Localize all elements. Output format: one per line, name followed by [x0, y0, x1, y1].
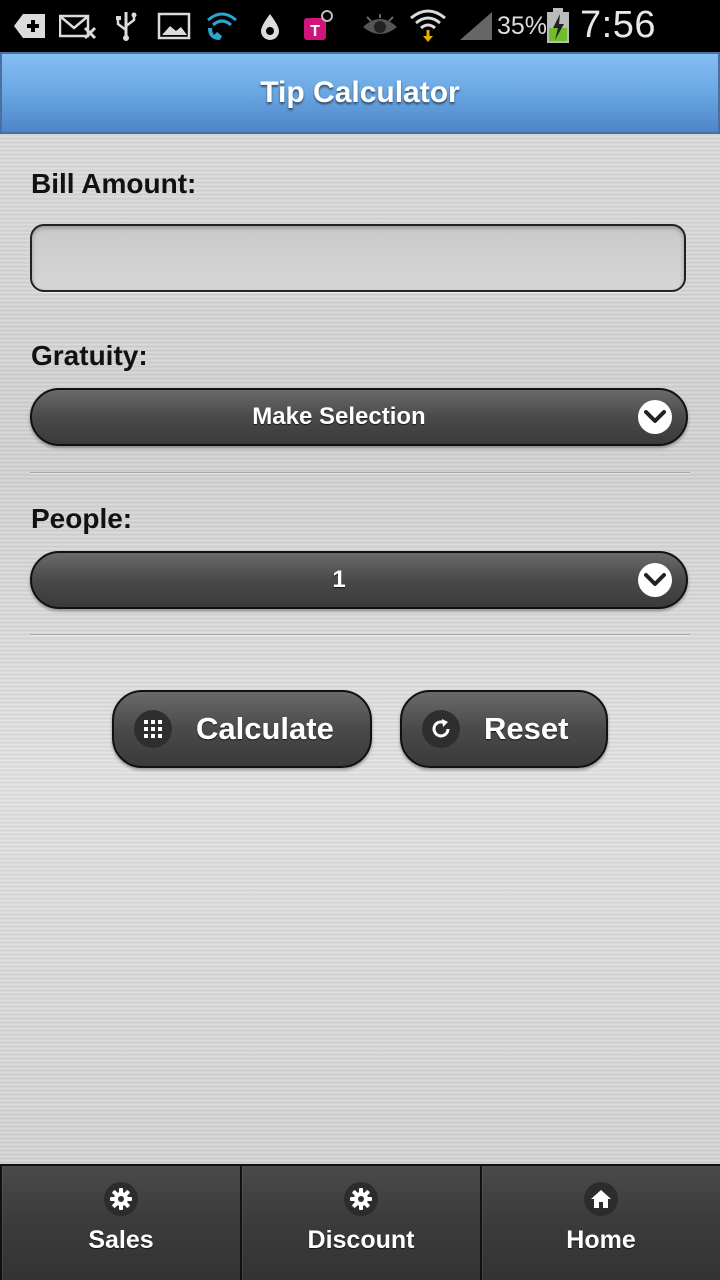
- t-mobile-icon: T: [300, 8, 336, 44]
- divider: [30, 472, 690, 473]
- reset-button-label: Reset: [484, 711, 569, 746]
- svg-text:T: T: [310, 23, 320, 40]
- nav-item-discount[interactable]: Discount: [240, 1166, 480, 1280]
- calculate-button[interactable]: Calculate: [112, 690, 372, 768]
- refresh-icon: [422, 710, 460, 748]
- battery-charging-icon: [544, 8, 572, 44]
- bottom-nav: Sales Discount Home: [0, 1164, 720, 1280]
- mail-error-icon: [58, 8, 98, 44]
- signal-icon: [458, 8, 494, 44]
- chevron-down-icon: [638, 563, 672, 597]
- calculate-button-label: Calculate: [196, 711, 334, 746]
- gratuity-select[interactable]: Make Selection: [30, 388, 688, 446]
- home-icon: [584, 1182, 618, 1216]
- bill-amount-input[interactable]: [30, 224, 686, 292]
- status-bar: T 35% 7:56 AM: [0, 0, 720, 88]
- nav-label-discount: Discount: [307, 1226, 415, 1254]
- people-selected-value: 1: [332, 566, 346, 593]
- bill-amount-label: Bill Amount:: [31, 168, 197, 199]
- wifi-icon: [408, 8, 448, 44]
- nav-label-home: Home: [566, 1226, 636, 1254]
- wifi-calling-icon: [204, 8, 240, 44]
- eye-icon: [360, 8, 400, 44]
- reset-button[interactable]: Reset: [400, 690, 608, 768]
- people-label: People:: [31, 503, 133, 534]
- divider: [30, 634, 690, 635]
- image-icon: [156, 8, 192, 44]
- add-icon: [12, 8, 48, 44]
- chevron-down-icon: [638, 400, 672, 434]
- page-title: Tip Calculator: [260, 76, 460, 109]
- gear-icon: [104, 1182, 138, 1216]
- people-select[interactable]: 1: [30, 551, 688, 609]
- app-header: Tip Calculator: [0, 52, 720, 134]
- gratuity-selected-value: Make Selection: [252, 403, 426, 430]
- gear-icon: [344, 1182, 378, 1216]
- water-drop-icon: [256, 8, 284, 44]
- usb-icon: [112, 8, 140, 44]
- grid-icon: [134, 710, 172, 748]
- nav-label-sales: Sales: [88, 1226, 154, 1254]
- battery-percent: 35%: [497, 12, 548, 40]
- nav-item-sales[interactable]: Sales: [0, 1166, 240, 1280]
- gratuity-label: Gratuity:: [31, 340, 148, 371]
- nav-item-home[interactable]: Home: [480, 1166, 720, 1280]
